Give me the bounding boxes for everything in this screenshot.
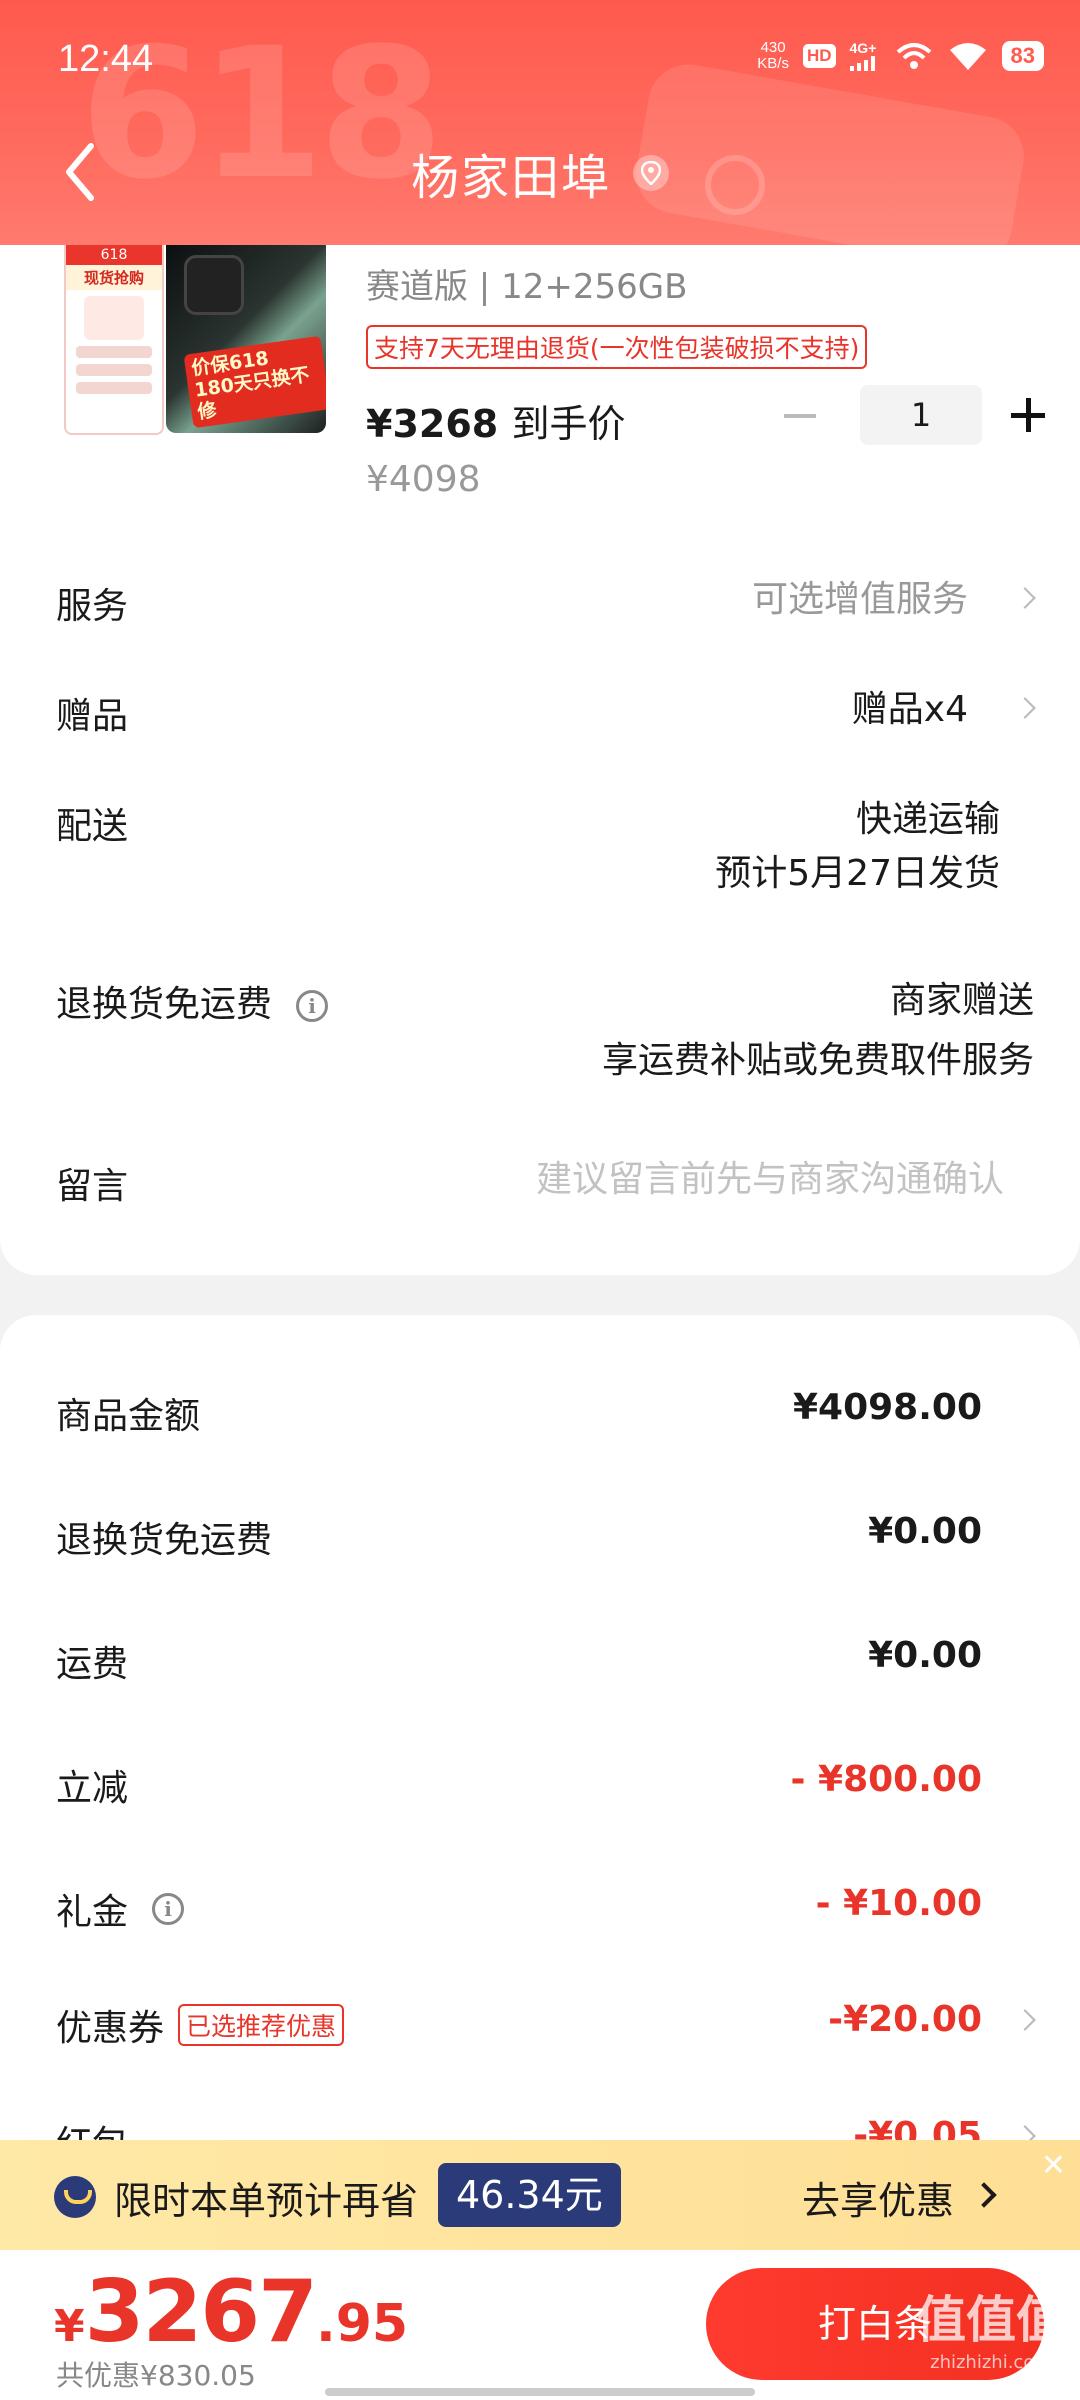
status-bar: 12:44 430 KB/s HD 4G+ 83 [0,0,1080,120]
nav-bar: 杨家田埠 [0,120,1080,220]
chevron-right-icon [1014,2009,1036,2031]
info-icon[interactable]: i [152,1893,185,1925]
camera-module [184,255,244,315]
service-row[interactable]: 服务 可选增值服务 [56,577,1036,637]
minus-icon[interactable] [780,395,820,435]
address-title[interactable]: 杨家田埠 [411,138,611,208]
chevron-right-icon [1014,697,1036,719]
gift-row[interactable]: 赠品 赠品x4 [56,687,1036,747]
quantity-stepper: 1 [780,385,1048,445]
promo-amount: 46.34元 [438,2163,621,2227]
chevron-right-icon [1014,587,1036,609]
message-input[interactable]: 建议留言前先与商家沟通确认 [536,1153,1004,1207]
promo-text: 限时本单预计再省 [114,2179,419,2223]
smile-icon [54,2176,96,2218]
hotspot-icon [896,43,931,69]
watermark: 值值值 zhizhizhi.com [916,2291,1066,2373]
total-price: ¥3267.95 [54,2262,409,2362]
total-saved: 共优惠¥830.05 [56,2359,256,2392]
product-card: 618 现货抢购 价保618 180天只换不修 赛道版 | 12+256GB 支… [0,245,1080,1275]
status-icons: 430 KB/s HD 4G+ 83 [757,40,1044,72]
delivery-row[interactable]: 配送 快递运输 预计5月27日发货 [56,797,1024,917]
quantity-input[interactable]: 1 [860,385,982,445]
net-speed: 430 KB/s [757,39,789,72]
promo-cta[interactable]: 去享优惠 [802,2170,954,2225]
cost-card: 商品金额 ¥4098.00 退换货免运费 ¥0.00 运费 ¥0.00 立减 -… [0,1315,1080,2215]
status-time: 12:44 [58,38,154,80]
message-row[interactable]: 留言 建议留言前先与商家沟通确认 [56,1157,1024,1217]
checkout-bar: ¥3267.95 共优惠¥830.05 打白条 值值值 zhizhizhi.com [0,2250,1080,2400]
final-price: ¥3268 到手价 [366,402,626,446]
promo-banner[interactable]: 限时本单预计再省 46.34元 去享优惠 ✕ [0,2140,1080,2250]
wifi-icon [949,43,986,70]
close-icon[interactable]: ✕ [1041,2148,1066,2183]
product-image[interactable]: 价保618 180天只换不修 [166,245,326,433]
plus-icon[interactable] [1008,395,1048,435]
price-protect-tag: 价保618 180天只换不修 [183,335,326,429]
header: 618 12:44 430 KB/s HD 4G+ 83 杨家田埠 [0,0,1080,245]
chevron-right-icon [971,2182,997,2208]
battery-icon: 83 [1001,41,1044,71]
return-policy-badge: 支持7天无理由退货(一次性包装破损不支持) [366,325,868,369]
promo-image: 618 现货抢购 [64,245,164,435]
cell-signal-icon: 4G+ [849,41,880,71]
product-variant[interactable]: 赛道版 | 12+256GB [366,259,687,308]
info-icon[interactable]: i [296,990,329,1022]
return-shipping-row[interactable]: 退换货免运费 i 商家赠送 享运费补贴或免费取件服务 [56,975,1034,1095]
original-price: ¥4098 [366,459,481,500]
hd-icon: HD [802,44,836,68]
location-icon[interactable] [633,155,669,191]
title-wrap[interactable]: 杨家田埠 [0,138,1080,208]
home-indicator[interactable] [325,2388,755,2396]
recommended-badge: 已选推荐优惠 [178,2004,345,2046]
